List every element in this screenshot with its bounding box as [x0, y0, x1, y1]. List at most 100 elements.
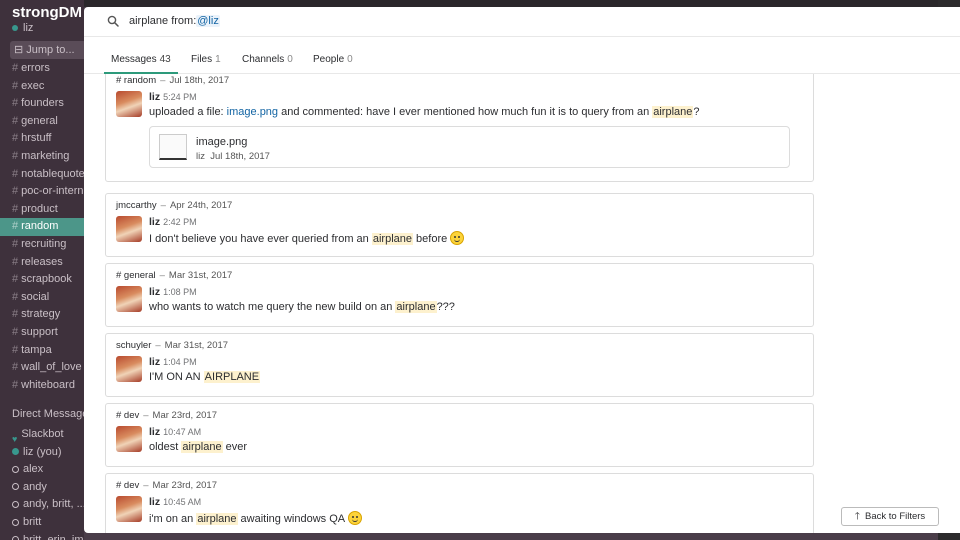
sidebar-item-recruiting[interactable]: # recruiting: [0, 236, 84, 254]
tab-messages[interactable]: Messages 43: [104, 54, 178, 74]
dm-item[interactable]: alex: [0, 461, 84, 479]
file-name[interactable]: image.png: [196, 136, 247, 148]
author-name[interactable]: liz: [149, 91, 160, 103]
text-segment: and commented: have I ever mentioned how…: [278, 106, 653, 118]
arrow-up-icon: 🡑: [854, 511, 860, 522]
result-date[interactable]: Apr 24th, 2017: [170, 200, 232, 211]
dm-item[interactable]: liz (you): [0, 444, 84, 462]
hash-icon: #: [12, 237, 19, 250]
result-date[interactable]: Mar 23rd, 2017: [153, 480, 217, 491]
hash-icon: #: [12, 255, 19, 268]
sidebar-item-founders[interactable]: # founders: [0, 95, 84, 113]
team-name[interactable]: strongDM: [12, 4, 82, 21]
result-card[interactable]: # dev – Mar 23rd, 2017 liz 10:45 AM i'm on …: [105, 473, 814, 533]
sidebar-item-scrapbook[interactable]: # scrapbook: [0, 271, 84, 289]
separator: –: [155, 340, 161, 351]
message-time[interactable]: 1:04 PM: [163, 357, 197, 367]
result-date[interactable]: Mar 31st, 2017: [165, 340, 228, 351]
author-name[interactable]: liz: [149, 286, 160, 298]
author-name[interactable]: liz: [149, 496, 160, 508]
result-date[interactable]: Jul 18th, 2017: [169, 75, 229, 86]
hash-icon: #: [12, 114, 19, 127]
channel-name: exec: [21, 79, 45, 92]
message-time[interactable]: 2:42 PM: [163, 217, 197, 227]
channel-list: # errors # exec # founders # general # hrstuff # ma…: [0, 60, 84, 394]
avatar[interactable]: [116, 496, 142, 522]
dm-item[interactable]: andy: [0, 479, 84, 497]
sidebar-item-errors[interactable]: # errors: [0, 60, 84, 78]
presence-icon: [12, 536, 19, 540]
message-time[interactable]: 10:47 AM: [163, 427, 201, 437]
result-card[interactable]: # dev – Mar 23rd, 2017 liz 10:47 AM oldest …: [105, 403, 814, 467]
dm-item[interactable]: britt, erin, jmccarthy: [0, 532, 84, 540]
tab-files[interactable]: Files 1: [191, 54, 221, 74]
sidebar-item-product[interactable]: # product: [0, 201, 84, 219]
tab-people[interactable]: People 0: [313, 54, 353, 74]
dm-section-title[interactable]: Direct Messages: [12, 408, 84, 420]
sidebar-item-exec[interactable]: # exec: [0, 78, 84, 96]
result-channel[interactable]: # random: [116, 75, 156, 86]
avatar[interactable]: [116, 216, 142, 242]
sidebar-item-general[interactable]: # general: [0, 113, 84, 131]
sidebar-item-hrstuff[interactable]: # hrstuff: [0, 130, 84, 148]
message-time[interactable]: 5:24 PM: [163, 92, 197, 102]
hash-icon: #: [12, 325, 19, 338]
sidebar-item-poc-or-internal[interactable]: #poc-or-internal: [0, 183, 84, 201]
search-bar[interactable]: airplane from:@liz: [84, 7, 960, 37]
result-date[interactable]: Mar 31st, 2017: [169, 270, 232, 281]
result-channel[interactable]: # general: [116, 270, 156, 281]
sidebar-item-releases[interactable]: # releases: [0, 254, 84, 272]
author-name[interactable]: liz: [149, 426, 160, 438]
sidebar-item-social[interactable]: # social: [0, 289, 84, 307]
search-query: airplane from:: [129, 15, 197, 27]
file-link[interactable]: image.png: [227, 106, 278, 118]
avatar[interactable]: [116, 426, 142, 452]
result-card[interactable]: jmccarthy – Apr 24th, 2017 liz 2:42 PM I do…: [105, 193, 814, 257]
channel-name: scrapbook: [21, 273, 72, 286]
dm-name: alex: [23, 463, 44, 476]
result-channel[interactable]: jmccarthy: [116, 200, 157, 211]
dm-name: andy, britt, ...: [23, 498, 84, 511]
sidebar-item-tampa[interactable]: # tampa: [0, 342, 84, 360]
result-channel[interactable]: schuyler: [116, 340, 151, 351]
dm-item[interactable]: ♥ Slackbot: [0, 426, 84, 444]
sidebar-item-support[interactable]: # support: [0, 324, 84, 342]
sidebar-item-random[interactable]: # random: [0, 218, 84, 236]
dm-name: Slackbot: [21, 428, 64, 440]
sidebar-item-strategy[interactable]: # strategy: [0, 306, 84, 324]
result-card[interactable]: # random – Jul 18th, 2017 liz 5:24 PM uploa…: [105, 74, 814, 182]
avatar[interactable]: [116, 286, 142, 312]
avatar[interactable]: [116, 91, 142, 117]
dm-item[interactable]: britt: [0, 514, 84, 532]
sidebar-item-wall_of_love[interactable]: # wall_of_love: [0, 359, 84, 377]
author-name[interactable]: liz: [149, 216, 160, 228]
result-card[interactable]: schuyler – Mar 31st, 2017 liz 1:04 PM I'M O…: [105, 333, 814, 397]
result-channel[interactable]: # dev: [116, 410, 139, 421]
sidebar-item-notablequotes[interactable]: # notablequotes: [0, 166, 84, 184]
search-highlight: airplane: [652, 106, 694, 118]
sidebar-item-marketing[interactable]: # marketing: [0, 148, 84, 166]
text-segment: awaiting windows QA: [237, 513, 346, 525]
result-date[interactable]: Mar 23rd, 2017: [153, 410, 217, 421]
message-time[interactable]: 10:45 AM: [163, 497, 201, 507]
jump-to-button[interactable]: ⊟ Jump to...: [10, 41, 84, 59]
search-input[interactable]: airplane from:@liz: [129, 15, 220, 27]
sidebar-item-whiteboard[interactable]: # whiteboard: [0, 377, 84, 395]
message-author: liz 10:45 AM: [149, 496, 201, 508]
tab-count: 43: [159, 54, 171, 65]
file-attachment[interactable]: image.png liz Jul 18th, 2017: [149, 126, 790, 168]
back-to-filters-button[interactable]: 🡑 Back to Filters: [841, 507, 939, 526]
hash-icon: #: [12, 167, 19, 180]
message-author: liz 10:47 AM: [149, 426, 201, 438]
dm-name: britt, erin, jmccarthy: [23, 533, 84, 540]
channel-name: random: [21, 220, 59, 233]
avatar[interactable]: [116, 356, 142, 382]
result-card[interactable]: # general – Mar 31st, 2017 liz 1:08 PM who …: [105, 263, 814, 327]
channel-name: marketing: [21, 149, 70, 162]
author-name[interactable]: liz: [149, 356, 160, 368]
tab-channels[interactable]: Channels 0: [242, 54, 293, 74]
dm-item[interactable]: andy, britt, ...: [0, 496, 84, 514]
result-channel[interactable]: # dev: [116, 480, 139, 491]
tab-label: Channels: [242, 54, 285, 65]
message-time[interactable]: 1:08 PM: [163, 287, 197, 297]
